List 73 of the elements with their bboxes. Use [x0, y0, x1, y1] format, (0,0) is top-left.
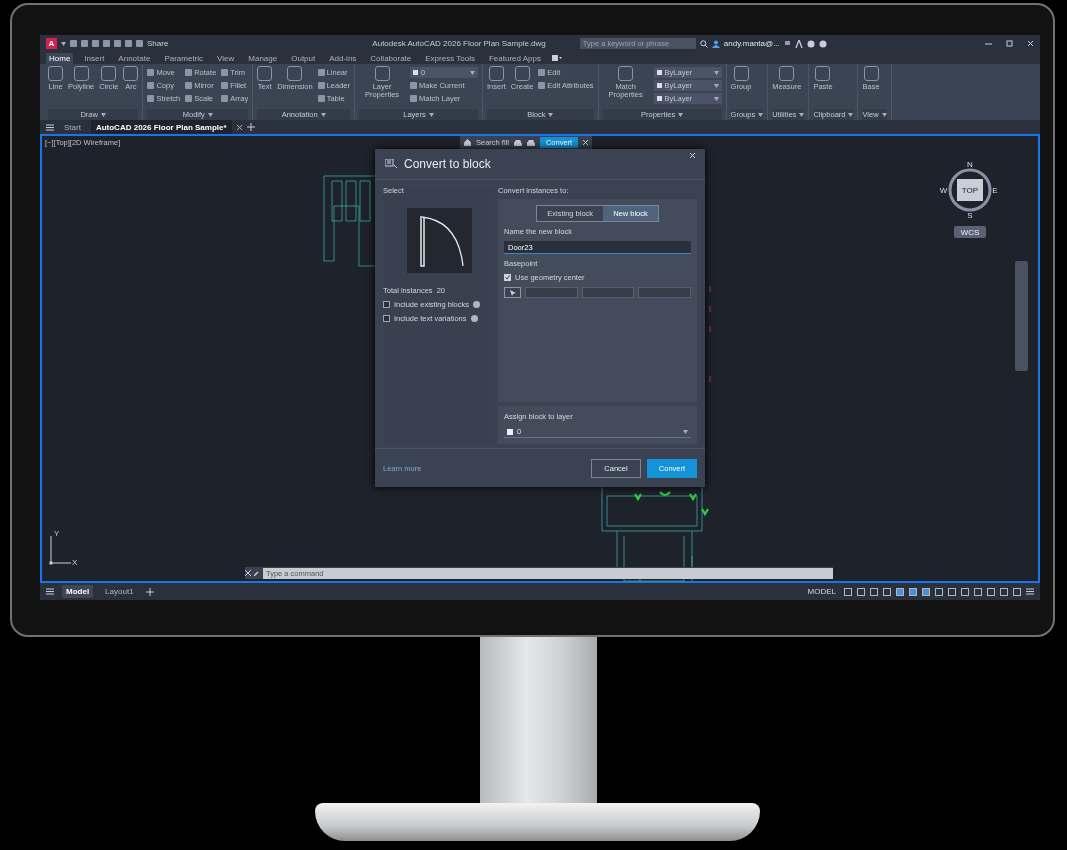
ribbon-tab[interactable]: Manage	[245, 52, 281, 64]
ribbon-tab[interactable]: Featured Apps	[485, 52, 544, 64]
coordinate-field[interactable]	[581, 287, 635, 298]
caret-icon	[683, 429, 688, 434]
cursor-icon	[509, 289, 516, 296]
close-icon[interactable]	[690, 153, 695, 158]
ribbon-tab[interactable]: Insert	[81, 52, 108, 64]
checkbox[interactable]	[504, 274, 511, 281]
pick-point-button[interactable]	[504, 287, 521, 298]
compass-ring[interactable]	[948, 168, 992, 212]
axis-label: X	[72, 558, 78, 566]
caret-icon	[678, 112, 684, 117]
model-space-toggle[interactable]: MODEL	[807, 587, 836, 596]
search-icon[interactable]	[699, 39, 708, 48]
checkbox[interactable]	[383, 301, 390, 308]
close-icon[interactable]	[245, 570, 251, 576]
dialog-title: Convert to block	[404, 157, 491, 171]
caret-icon	[320, 112, 326, 117]
caret-icon	[881, 112, 887, 117]
window-title: Autodesk AutoCAD 2026 Floor Plan Sample.dwg	[372, 39, 546, 48]
plus-icon[interactable]	[145, 587, 154, 596]
restore-icon[interactable]	[1006, 40, 1013, 47]
caret-icon	[470, 70, 476, 75]
layout-tab[interactable]: Model	[62, 585, 94, 598]
caret-icon	[799, 112, 805, 117]
user-icon[interactable]	[711, 39, 720, 48]
viewcube-label: TOP	[961, 186, 979, 195]
caret-icon	[100, 112, 106, 117]
caret-icon	[713, 83, 719, 88]
menu-icon[interactable]	[46, 123, 54, 131]
ribbon-tab[interactable]: Collaborate	[367, 52, 415, 64]
layout-tab[interactable]: Layout1	[101, 585, 138, 598]
caret-icon	[428, 112, 434, 117]
close-icon[interactable]	[583, 140, 589, 145]
panel-toggle-icon[interactable]	[551, 55, 562, 61]
ribbon-tab[interactable]: Express Tools	[422, 52, 478, 64]
coordinate-field[interactable]	[525, 287, 578, 298]
caret-icon	[713, 96, 719, 101]
caret-icon	[713, 70, 719, 75]
viewcube-face[interactable]	[957, 179, 983, 201]
menu-icon[interactable]	[1026, 588, 1034, 595]
file-tab[interactable]: Start	[59, 119, 86, 135]
caret-icon	[207, 112, 213, 117]
minimize-icon[interactable]	[985, 40, 992, 47]
caret-icon	[548, 112, 554, 117]
wcs-menu[interactable]	[954, 226, 986, 238]
caret-icon	[61, 41, 66, 46]
ucs-axes-icon	[49, 535, 72, 565]
compass-label: S	[967, 211, 973, 220]
axis-label: Y	[54, 530, 60, 538]
compass-label: N	[967, 160, 973, 169]
menu-icon[interactable]	[46, 588, 54, 595]
checkbox[interactable]	[383, 315, 390, 322]
ribbon-tab[interactable]: Add-ins	[326, 52, 360, 64]
plus-icon[interactable]	[246, 123, 255, 131]
close-icon[interactable]	[236, 124, 242, 130]
share-button[interactable]: Share	[147, 39, 169, 48]
app-logo[interactable]: A	[46, 38, 57, 49]
close-icon[interactable]	[1027, 40, 1034, 47]
compass-label: W	[940, 186, 948, 195]
ribbon-tab[interactable]: Output	[288, 52, 319, 64]
wcs-label: WCS	[960, 228, 980, 237]
caret-icon	[758, 112, 764, 117]
block-icon	[385, 159, 397, 169]
ribbon-tab[interactable]: Home	[46, 52, 74, 64]
caret-icon	[848, 112, 854, 117]
home-icon[interactable]	[464, 139, 471, 146]
ribbon-tab[interactable]: Annotate	[115, 52, 154, 64]
coordinate-field[interactable]	[638, 287, 691, 298]
user-name[interactable]: andy.manta@...	[723, 39, 780, 48]
ribbon-tab[interactable]: View	[214, 52, 238, 64]
ribbon-tab[interactable]: Parametric	[161, 52, 207, 64]
compass-label: E	[992, 186, 998, 195]
